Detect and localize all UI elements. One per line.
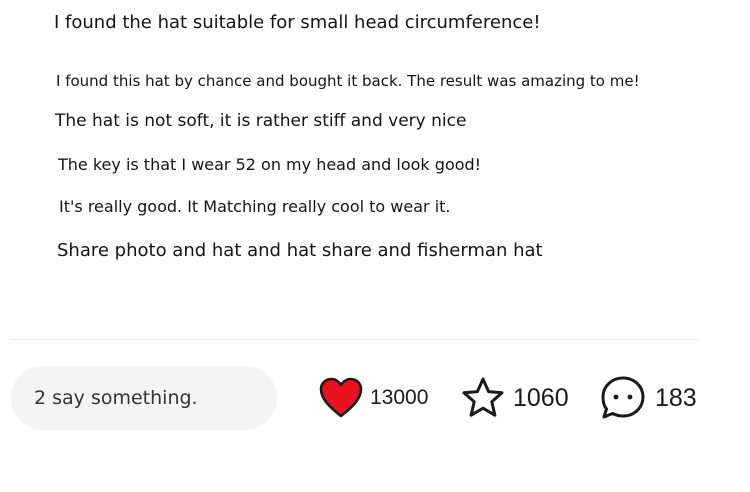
- review-line: The key is that I wear 52 on my head and…: [58, 155, 482, 174]
- post-page: I found the hat suitable for small head …: [0, 0, 750, 492]
- review-line: It's really good. It Matching really coo…: [59, 197, 451, 216]
- divider: [10, 339, 700, 340]
- star-icon: [459, 375, 507, 421]
- heart-icon: [318, 376, 364, 420]
- review-line: I found this hat by chance and bought it…: [56, 72, 640, 90]
- comments-button[interactable]: 183: [599, 374, 697, 422]
- comment-placeholder: 2 say something.: [34, 387, 198, 409]
- review-line: I found the hat suitable for small head …: [54, 12, 541, 33]
- like-count: 13000: [370, 386, 429, 409]
- bottom-action-bar: 2 say something. 13000 1060 183: [0, 366, 750, 432]
- favorite-button[interactable]: 1060: [459, 374, 569, 422]
- comment-input[interactable]: 2 say something.: [11, 366, 277, 430]
- review-line: The hat is not soft, it is rather stiff …: [55, 111, 467, 131]
- like-button[interactable]: 13000: [318, 374, 428, 422]
- favorite-count: 1060: [513, 383, 569, 412]
- review-line: Share photo and hat and hat share and fi…: [57, 240, 543, 261]
- comment-count: 183: [655, 383, 697, 412]
- chat-bubble-icon: [599, 374, 647, 422]
